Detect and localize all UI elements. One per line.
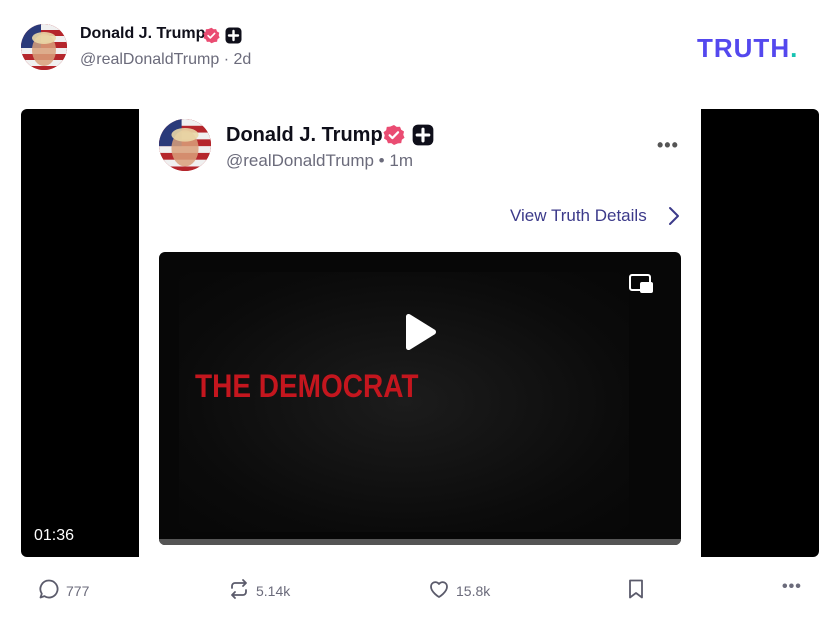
plus-badge-icon: [225, 27, 242, 49]
video-progress-bar: [159, 539, 681, 545]
more-icon: •••: [782, 578, 802, 595]
embedded-video: THE DEMOCRAT: [159, 252, 681, 545]
embedded-post: Donald J. Trump @realDonaldTrump • 1m ••…: [139, 109, 701, 557]
logo-dot: .: [790, 33, 799, 63]
play-icon: [402, 313, 438, 356]
plus-badge-icon: [412, 124, 434, 151]
chevron-right-icon: [667, 205, 681, 232]
embedded-author-name: Donald J. Trump: [226, 124, 383, 146]
truth-logo[interactable]: TRUTH.: [697, 33, 798, 64]
media-card[interactable]: Donald J. Trump @realDonaldTrump • 1m ••…: [21, 109, 819, 557]
author-handle-timestamp[interactable]: @realDonaldTrump · 2d: [80, 51, 251, 69]
embedded-avatar: [159, 119, 211, 171]
verified-badge-icon: [203, 27, 220, 49]
like-icon: [428, 578, 450, 603]
reply-count: 777: [66, 582, 90, 599]
like-button[interactable]: 15.8k: [428, 578, 490, 603]
like-count: 15.8k: [456, 582, 491, 599]
view-truth-details-link: View Truth Details: [510, 206, 647, 225]
bookmark-button[interactable]: [626, 578, 646, 603]
bookmark-icon: [626, 578, 646, 603]
more-icon: •••: [657, 135, 679, 155]
reply-icon: [38, 578, 60, 603]
video-duration: 01:36: [34, 527, 75, 544]
author-avatar[interactable]: [21, 24, 67, 70]
author-name[interactable]: Donald J. Trump: [80, 25, 205, 43]
reply-button[interactable]: 777: [38, 578, 89, 603]
retruth-icon: [228, 578, 250, 603]
action-bar: 777 5.14k 15.8k •••: [0, 578, 840, 608]
retruth-button[interactable]: 5.14k: [228, 578, 290, 603]
verified-badge-icon: [383, 124, 405, 151]
retruth-count: 5.14k: [256, 582, 291, 599]
more-options-button[interactable]: •••: [782, 578, 802, 596]
embedded-handle-timestamp: @realDonaldTrump • 1m: [226, 151, 413, 170]
video-caption-text: THE DEMOCRAT: [195, 368, 419, 404]
pip-icon: [629, 273, 655, 300]
logo-text: TRUTH: [697, 33, 791, 63]
